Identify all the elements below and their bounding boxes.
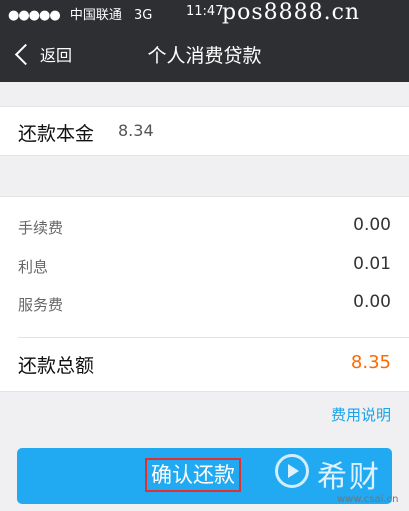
status-bar-left: ●●●●● 中国联通 3G <box>8 4 152 23</box>
interest-label: 利息 <box>18 258 49 276</box>
handling-fee-value: 0.00 <box>353 215 391 235</box>
navigation-bar: 返回 个人消费贷款 <box>0 26 409 82</box>
section-spacer <box>0 82 409 106</box>
network-type: 3G <box>134 8 153 23</box>
confirm-button-label: 确认还款 <box>145 458 241 492</box>
watermark-text: pos8888.cn <box>222 0 361 25</box>
principal-value: 8.34 <box>118 121 154 140</box>
confirm-repayment-button[interactable]: 确认还款 <box>17 448 392 504</box>
page-title: 个人消费贷款 <box>147 45 262 67</box>
handling-fee-label: 手续费 <box>18 219 64 237</box>
status-bar: ●●●●● 中国联通 3G 11:47 pos8888.cn <box>0 0 409 26</box>
total-label: 还款总额 <box>18 355 95 377</box>
principal-row: 还款本金 8.34 <box>0 106 409 156</box>
fee-row-interest: 利息 0.01 <box>18 254 391 280</box>
total-row: 还款总额 8.35 <box>18 349 391 379</box>
repayment-details-card: 手续费 0.00 利息 0.01 服务费 0.00 还款总额 8.35 <box>0 196 409 392</box>
carrier-name: 中国联通 <box>69 8 122 23</box>
fee-row-service: 服务费 0.00 <box>18 292 391 318</box>
fee-explanation-link[interactable]: 费用说明 <box>331 404 391 425</box>
fee-row-handling: 手续费 0.00 <box>18 215 391 241</box>
total-value: 8.35 <box>350 352 391 373</box>
signal-strength-icon: ●●●●● <box>8 8 61 23</box>
principal-label: 还款本金 <box>18 123 95 145</box>
interest-value: 0.01 <box>353 254 391 274</box>
status-time: 11:47 <box>186 4 224 19</box>
service-fee-value: 0.00 <box>353 292 391 312</box>
service-fee-label: 服务费 <box>18 296 64 314</box>
divider <box>18 337 409 338</box>
